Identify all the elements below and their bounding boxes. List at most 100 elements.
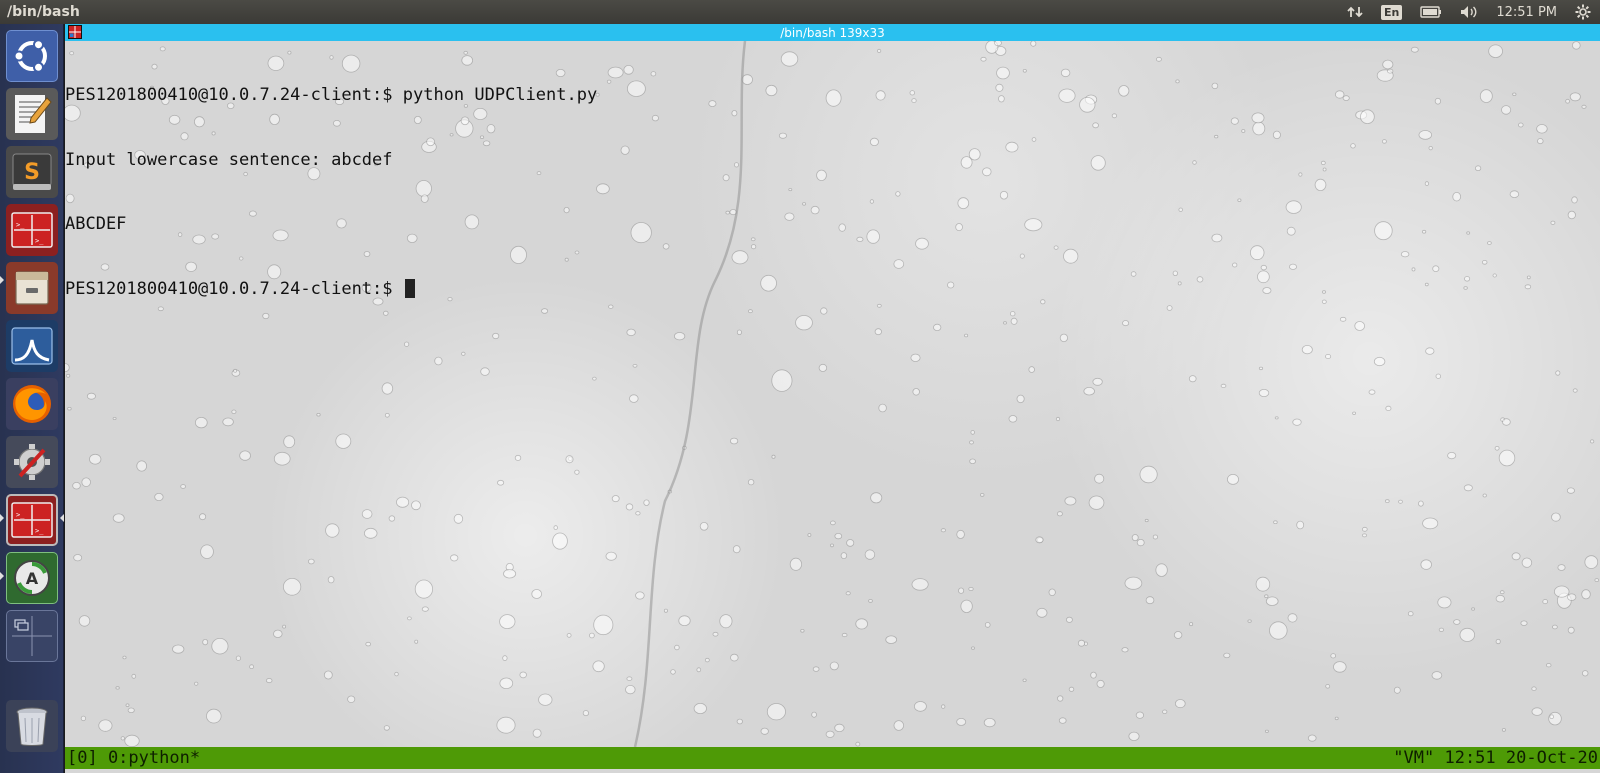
raindrop — [1166, 305, 1173, 311]
raindrop — [1031, 137, 1037, 142]
raindrop — [1422, 517, 1439, 530]
raindrop — [1512, 92, 1517, 96]
raindrop — [1257, 270, 1270, 284]
raindrop — [1077, 639, 1086, 647]
raindrop — [1422, 229, 1427, 234]
raindrop — [662, 243, 670, 250]
raindrop — [1252, 121, 1266, 136]
raindrop — [199, 513, 207, 521]
launcher-item-software-updater[interactable]: A — [6, 552, 58, 604]
raindrop — [651, 114, 659, 122]
raindrop — [980, 56, 987, 62]
raindrop — [1501, 728, 1506, 732]
raindrop — [1173, 631, 1183, 639]
raindrop — [1286, 226, 1296, 236]
raindrop — [1425, 347, 1435, 355]
raindrop — [282, 624, 287, 629]
raindrop — [625, 503, 634, 511]
raindrop — [626, 676, 633, 681]
raindrop — [1010, 311, 1016, 317]
raindrop — [65, 363, 70, 372]
launcher-item-text-editor[interactable] — [6, 88, 58, 140]
raindrop — [86, 392, 96, 400]
raindrop — [1287, 613, 1298, 623]
raindrop — [1122, 320, 1130, 327]
raindrop — [1301, 344, 1313, 355]
raindrop — [1479, 89, 1493, 103]
raindrop — [829, 661, 839, 671]
raindrop — [1518, 122, 1524, 128]
trash-icon — [16, 707, 48, 746]
raindrop — [893, 720, 905, 731]
raindrop — [538, 693, 553, 706]
raindrop — [1251, 112, 1265, 124]
raindrop — [202, 638, 209, 646]
raindrop — [1128, 731, 1140, 741]
launcher-item-trash[interactable] — [6, 700, 58, 752]
launcher-item-system-settings[interactable] — [6, 436, 58, 488]
terminal-titlebar[interactable]: /bin/bash 139x33 — [65, 24, 1600, 41]
launcher-item-ubuntu-dash[interactable] — [6, 30, 58, 82]
session-gear-icon[interactable] — [1575, 4, 1591, 20]
launcher-item-files[interactable] — [6, 262, 58, 314]
raindrop — [999, 190, 1009, 200]
terminal-output[interactable]: PES1201800410@10.0.7.24-client:$ python … — [65, 42, 597, 343]
launcher-item-sublime-text[interactable]: S — [6, 146, 58, 198]
raindrop — [1567, 210, 1576, 220]
raindrop — [1035, 536, 1044, 544]
workspace-switcher-icon — [12, 616, 52, 656]
raindrop — [915, 237, 929, 250]
raindrop — [265, 678, 273, 684]
launcher-item-wireshark[interactable] — [6, 320, 58, 372]
raindrop — [1177, 281, 1182, 286]
raindrop — [1064, 496, 1077, 506]
raindrop — [1459, 627, 1476, 642]
raindrop — [1192, 160, 1197, 165]
rain-streak — [633, 41, 747, 747]
raindrop — [807, 533, 812, 537]
raindrop — [1057, 695, 1064, 702]
terminal-prompt-line: PES1201800410@10.0.7.24-client:$ — [65, 278, 597, 301]
raindrop — [1488, 44, 1503, 58]
raindrop — [73, 554, 83, 562]
raindrop — [1466, 231, 1471, 235]
raindrop — [1410, 46, 1419, 53]
raindrop — [1545, 663, 1552, 668]
launcher-item-terminal[interactable]: >_ >_ — [6, 204, 58, 256]
battery-icon[interactable] — [1420, 6, 1442, 18]
raindrop — [127, 707, 135, 713]
running-indicator — [0, 514, 4, 522]
keyboard-layout-indicator[interactable]: En — [1380, 4, 1403, 20]
raindrop — [1118, 85, 1130, 97]
launcher-item-firefox[interactable] — [6, 378, 58, 430]
raindrop — [1189, 622, 1194, 627]
clock[interactable]: 12:51 PM — [1496, 5, 1557, 20]
raindrop — [1350, 143, 1356, 149]
raindrop — [1550, 220, 1556, 225]
raindrop — [983, 717, 996, 728]
raindrop — [629, 394, 639, 403]
launcher-item-terminal-active[interactable]: >_ >_ — [6, 494, 58, 546]
raindrop — [1565, 98, 1570, 104]
network-icon[interactable] — [1347, 4, 1363, 20]
raindrop — [699, 521, 709, 531]
raindrop — [812, 666, 820, 672]
svg-text:>_: >_ — [35, 527, 44, 535]
raindrop — [499, 614, 516, 629]
launcher-item-workspace-switcher[interactable] — [6, 610, 58, 662]
raindrop — [895, 191, 901, 197]
raindrop — [1178, 207, 1183, 212]
raindrop — [632, 363, 638, 368]
raindrop — [869, 137, 879, 147]
raindrop — [869, 199, 875, 204]
raindrop — [552, 532, 568, 550]
raindrop — [78, 615, 91, 627]
volume-icon[interactable] — [1460, 5, 1478, 19]
tmux-window-list[interactable]: [0] 0:python* — [67, 747, 200, 769]
raindrop — [855, 618, 868, 630]
raindrop — [316, 413, 321, 417]
raindrop — [125, 703, 130, 707]
terminal-area[interactable]: PES1201800410@10.0.7.24-client:$ python … — [65, 41, 1600, 747]
raindrop — [1022, 68, 1027, 73]
raindrop — [1325, 684, 1331, 689]
